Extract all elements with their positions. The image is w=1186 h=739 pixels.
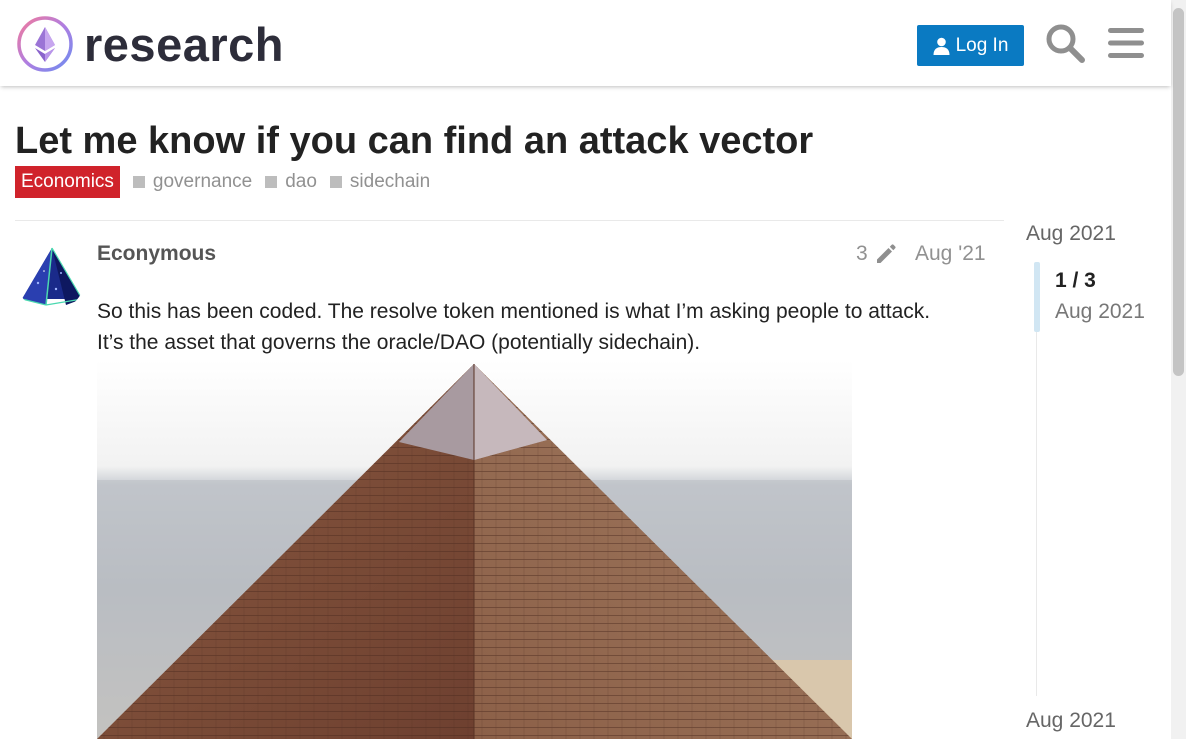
login-button-label: Log In <box>955 34 1009 56</box>
avatar[interactable] <box>16 243 85 312</box>
post-date[interactable]: Aug '21 <box>915 242 986 266</box>
edit-count: 3 <box>856 242 868 265</box>
tag-label: sidechain <box>349 171 431 192</box>
login-button[interactable]: Log In <box>917 25 1024 66</box>
timeline-end-date[interactable]: Aug 2021 <box>1026 709 1116 733</box>
post-body: So this has been coded. The resolve toke… <box>97 296 987 358</box>
pyramid-avatar-icon <box>16 243 85 312</box>
category-badge[interactable]: Economics <box>15 166 120 198</box>
page-scrollbar-thumb[interactable] <box>1173 8 1184 376</box>
tag-label: dao <box>285 171 317 192</box>
site-logo[interactable]: research <box>16 14 284 74</box>
pencil-icon <box>876 244 896 263</box>
tag-square-icon <box>132 176 145 188</box>
tag-square-icon <box>265 176 278 188</box>
post-paragraph: So this has been coded. The resolve toke… <box>97 300 931 323</box>
tag-label: governance <box>152 171 253 192</box>
post-paragraph: It’s the asset that governs the oracle/D… <box>97 331 701 354</box>
tag-dao[interactable]: dao <box>265 171 317 193</box>
tag-square-icon <box>329 176 342 188</box>
site-header: research Log In <box>0 0 1171 86</box>
hamburger-menu-icon[interactable] <box>1105 22 1147 64</box>
user-icon <box>933 37 950 55</box>
post-divider <box>15 220 1004 221</box>
pyramid-photo[interactable] <box>97 360 852 739</box>
timeline-start-date[interactable]: Aug 2021 <box>1026 222 1116 246</box>
tag-sidechain[interactable]: sidechain <box>329 171 431 193</box>
tag-governance[interactable]: governance <box>132 171 253 193</box>
topic-tags: Economics governance dao sidechain <box>15 166 430 198</box>
edit-history-button[interactable]: 3 <box>856 242 898 266</box>
site-name: research <box>84 17 284 71</box>
search-icon[interactable] <box>1044 22 1086 64</box>
ethereum-research-logo-icon <box>17 16 73 72</box>
post-username[interactable]: Econymous <box>97 242 216 266</box>
topic-title[interactable]: Let me know if you can find an attack ve… <box>15 118 813 164</box>
timeline-current-date: Aug 2021 <box>1055 300 1145 323</box>
timeline-scroll-handle[interactable] <box>1034 262 1040 332</box>
timeline-post-counter[interactable]: 1 / 3 <box>1055 269 1096 293</box>
